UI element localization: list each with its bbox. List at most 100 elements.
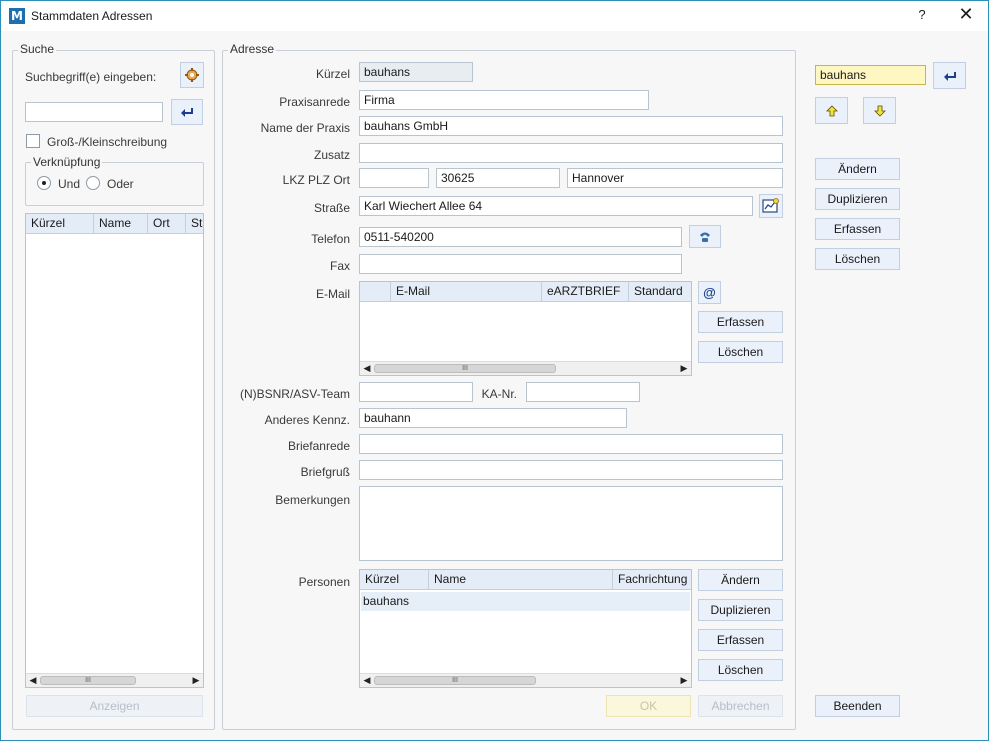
personen-hscrollbar[interactable]: ◀ III ▶ [360, 673, 691, 687]
praxisanrede-field[interactable]: Firma [359, 90, 649, 110]
oder-radio[interactable] [86, 176, 100, 190]
column-header-fachrichtung[interactable]: Fachrichtung [613, 570, 691, 590]
loeschen-button[interactable]: Löschen [815, 248, 900, 270]
email-label: E-Mail [315, 287, 350, 301]
adresse-legend: Adresse [228, 42, 277, 56]
help-button[interactable]: ? [913, 7, 931, 22]
briefgruss-label: Briefgruß [300, 465, 350, 479]
previous-record-button[interactable] [815, 97, 848, 124]
anzeigen-button[interactable]: Anzeigen [26, 695, 203, 717]
zusatz-label: Zusatz [313, 148, 350, 162]
arrow-up-icon [825, 104, 838, 116]
name-field[interactable]: bauhans GmbH [359, 116, 783, 136]
strasse-field[interactable]: Karl Wiechert Allee 64 [359, 196, 753, 216]
scroll-left-icon[interactable]: ◀ [27, 674, 39, 687]
fax-field[interactable] [359, 254, 682, 274]
kanr-field[interactable] [526, 382, 640, 402]
bsnr-label: (N)BSNR/ASV-Team [239, 387, 350, 401]
column-header-earztbrief[interactable]: eARZTBRIEF [542, 282, 629, 302]
briefanrede-field[interactable] [359, 434, 783, 454]
name-label: Name der Praxis [260, 121, 350, 135]
personen-aendern-button[interactable]: Ändern [698, 569, 783, 591]
column-header-st[interactable]: St [186, 214, 203, 234]
title-bar: M Stammdaten Adressen ? ✕ [1, 1, 988, 31]
und-label: Und [58, 177, 81, 191]
beenden-button[interactable]: Beenden [815, 695, 900, 717]
abbrechen-button[interactable]: Abbrechen [698, 695, 783, 717]
scroll-left-icon[interactable]: ◀ [361, 362, 373, 375]
email-erfassen-button[interactable]: Erfassen [698, 311, 783, 333]
column-header-email[interactable]: E-Mail [391, 282, 542, 302]
fax-label: Fax [329, 259, 350, 273]
scroll-right-icon[interactable]: ▶ [678, 674, 690, 687]
bemerkungen-textarea[interactable] [359, 486, 783, 561]
column-header-name[interactable]: Name [429, 570, 613, 590]
plz-field[interactable]: 30625 [436, 168, 560, 188]
search-options-button[interactable] [180, 62, 204, 88]
map-lookup-button[interactable] [759, 194, 783, 218]
bsnr-field[interactable] [359, 382, 473, 402]
scroll-right-icon[interactable]: ▶ [190, 674, 202, 687]
enter-arrow-icon [181, 108, 193, 117]
app-logo-icon: M [9, 8, 25, 24]
quick-search-field[interactable]: bauhans [815, 65, 926, 85]
briefanrede-label: Briefanrede [287, 439, 350, 453]
quick-search-enter-button[interactable] [933, 62, 966, 89]
column-header-name[interactable]: Name [94, 214, 148, 234]
und-radio[interactable] [37, 176, 51, 190]
aendern-button[interactable]: Ändern [815, 158, 900, 180]
results-hscrollbar[interactable]: ◀ III ▶ [26, 673, 203, 687]
case-sensitive-label: Groß-/Kleinschreibung [47, 135, 168, 149]
case-sensitive-checkbox[interactable] [26, 134, 40, 148]
erfassen-button[interactable]: Erfassen [815, 218, 900, 240]
lkz-field[interactable] [359, 168, 429, 188]
email-header-blank [360, 282, 391, 302]
kuerzel-label: Kürzel [315, 67, 350, 81]
telefon-label: Telefon [311, 232, 350, 246]
scroll-right-icon[interactable]: ▶ [678, 362, 690, 375]
stammdaten-window: M Stammdaten Adressen ? ✕ Suche Suchbegr… [0, 0, 989, 741]
arrow-down-icon [873, 105, 886, 117]
at-sign-icon: @ [703, 285, 716, 300]
suchbegriff-label: Suchbegriff(e) eingeben: [25, 70, 157, 84]
duplizieren-button[interactable]: Duplizieren [815, 188, 900, 210]
search-enter-button[interactable] [171, 99, 203, 125]
personen-list[interactable]: Kürzel Name Fachrichtung bauhans ◀ III ▶ [359, 569, 692, 688]
bemerkungen-label: Bemerkungen [275, 493, 350, 507]
anderes-kennz-label: Anderes Kennz. [264, 413, 350, 427]
scroll-left-icon[interactable]: ◀ [361, 674, 373, 687]
close-window-button[interactable]: ✕ [955, 4, 977, 25]
kuerzel-field: bauhans [359, 62, 473, 82]
verknuepfung-legend: Verknüpfung [31, 155, 103, 169]
email-list[interactable]: E-Mail eARZTBRIEF Standard ◀ III ▶ [359, 281, 692, 376]
column-header-kuerzel[interactable]: Kürzel [26, 214, 94, 234]
dial-button[interactable] [689, 225, 721, 248]
scroll-thumb[interactable]: III [374, 676, 536, 685]
briefgruss-field[interactable] [359, 460, 783, 480]
personen-duplizieren-button[interactable]: Duplizieren [698, 599, 783, 621]
personen-loeschen-button[interactable]: Löschen [698, 659, 783, 681]
scroll-thumb[interactable]: III [40, 676, 136, 685]
email-loeschen-button[interactable]: Löschen [698, 341, 783, 363]
column-header-ort[interactable]: Ort [148, 214, 186, 234]
search-results-list[interactable]: Kürzel Name Ort St ◀ III ▶ [25, 213, 204, 688]
ort-field[interactable]: Hannover [567, 168, 783, 188]
next-record-button[interactable] [863, 97, 896, 124]
email-hscrollbar[interactable]: ◀ III ▶ [360, 361, 691, 375]
scroll-thumb[interactable]: III [374, 364, 556, 373]
enter-arrow-icon [943, 71, 956, 81]
suchbegriff-input[interactable] [25, 102, 163, 122]
suche-legend: Suche [18, 42, 57, 56]
ok-button[interactable]: OK [606, 695, 691, 717]
zusatz-field[interactable] [359, 143, 783, 163]
praxisanrede-label: Praxisanrede [279, 95, 350, 109]
personen-erfassen-button[interactable]: Erfassen [698, 629, 783, 651]
column-header-kuerzel[interactable]: Kürzel [360, 570, 429, 590]
send-email-button[interactable]: @ [698, 281, 721, 304]
column-header-standard[interactable]: Standard [629, 282, 691, 302]
table-row[interactable]: bauhans [361, 592, 690, 611]
gear-search-icon [185, 68, 199, 82]
anderes-kennz-field[interactable]: bauhann [359, 408, 627, 428]
phone-icon [700, 232, 710, 242]
telefon-field[interactable]: 0511-540200 [359, 227, 682, 247]
